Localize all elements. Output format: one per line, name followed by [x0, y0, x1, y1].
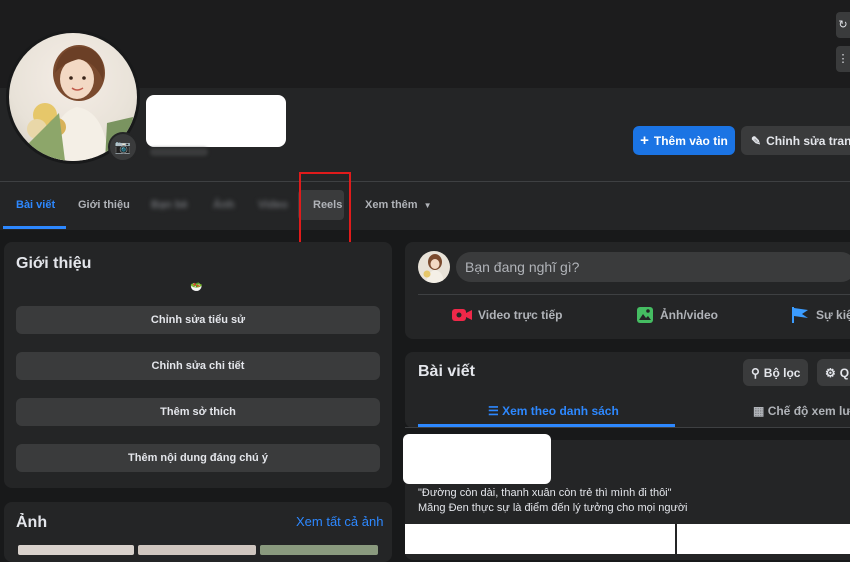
tab-about[interactable]: Giới thiệu: [78, 190, 130, 220]
manage-posts-label: Q: [839, 365, 850, 380]
more-icon[interactable]: ⋮: [836, 46, 850, 72]
plus-icon: +: [640, 132, 649, 149]
tab-posts[interactable]: Bài viết: [16, 190, 55, 220]
pencil-icon: ✎: [751, 133, 762, 148]
add-featured-button[interactable]: Thêm nội dung đáng chú ý: [16, 444, 380, 472]
composer-divider: [418, 294, 850, 295]
live-video-button[interactable]: Video trực tiếp: [452, 304, 563, 326]
edit-profile-label: Chỉnh sửa trang: [766, 133, 850, 148]
intro-emoji-icon: 🥗: [190, 282, 203, 293]
see-all-photos-link[interactable]: Xem tất cả ảnh: [296, 514, 383, 529]
profile-name-redacted: [146, 95, 286, 147]
photo-thumbnail[interactable]: [260, 545, 378, 555]
photo-video-label: Ảnh/video: [660, 308, 719, 322]
gear-icon: ⚙: [825, 365, 836, 380]
friend-count-blurred: [150, 148, 208, 156]
live-video-icon: [452, 309, 472, 321]
refresh-icon[interactable]: ↻: [836, 12, 850, 38]
tab-more-label: Xem thêm: [365, 199, 418, 211]
add-story-button[interactable]: + Thêm vào tin: [633, 126, 735, 155]
add-story-label: Thêm vào tin: [653, 133, 728, 148]
tab-more[interactable]: Xem thêm ▼: [365, 190, 432, 220]
list-view-tab[interactable]: ☰ Xem theo danh sách: [488, 400, 619, 422]
flag-icon: [792, 307, 808, 323]
reels-highlight-box: [299, 172, 351, 244]
post-text-line-1: "Đường còn dài, thanh xuân còn trẻ thì m…: [418, 487, 672, 499]
photos-title: Ảnh: [16, 514, 48, 531]
add-hobbies-button[interactable]: Thêm sở thích: [16, 398, 380, 426]
composer-avatar[interactable]: [418, 251, 450, 283]
edit-details-button[interactable]: Chỉnh sửa chi tiết: [16, 352, 380, 380]
tab-photos[interactable]: Ảnh: [213, 190, 234, 220]
photo-video-button[interactable]: Ảnh/video: [636, 304, 718, 326]
list-icon: ☰: [488, 404, 499, 418]
life-event-label: Sự kiện: [816, 308, 850, 322]
live-video-label: Video trực tiếp: [478, 308, 563, 322]
composer-input[interactable]: Bạn đang nghĩ gì?: [456, 252, 850, 282]
intro-title: Giới thiệu: [16, 255, 92, 272]
grid-view-tab[interactable]: ▦ Chế độ xem lưới: [753, 400, 850, 422]
photo-thumbnail[interactable]: [18, 545, 134, 555]
tab-videos[interactable]: Video: [258, 190, 288, 220]
sliders-icon: ⚲: [751, 365, 760, 380]
life-event-button[interactable]: Sự kiện: [790, 304, 850, 326]
composer-avatar-illustration: [423, 254, 444, 283]
filter-label: Bộ lọc: [763, 365, 801, 380]
manage-posts-button[interactable]: ⚙ Q: [817, 359, 850, 386]
grid-view-label: Chế độ xem lưới: [767, 404, 850, 418]
grid-icon: ▦: [753, 404, 765, 418]
photo-video-icon: [637, 307, 653, 323]
list-view-label: Xem theo danh sách: [502, 404, 619, 418]
view-tabs-divider: [405, 427, 850, 428]
tab-friends[interactable]: Bạn bè: [151, 190, 188, 220]
post-text-line-2: Măng Đen thực sự là điểm đến lý tưởng ch…: [418, 502, 688, 514]
posts-title: Bài viết: [418, 363, 475, 380]
post-author-redacted: [403, 434, 551, 484]
edit-bio-button[interactable]: Chỉnh sửa tiểu sử: [16, 306, 380, 334]
caret-down-icon: ▼: [423, 201, 432, 210]
header-divider: [0, 181, 850, 182]
filter-button[interactable]: ⚲ Bộ lọc: [743, 359, 809, 386]
photo-thumbnail[interactable]: [138, 545, 256, 555]
camera-icon[interactable]: 📷: [108, 132, 138, 162]
edit-profile-button[interactable]: ✎ Chỉnh sửa trang: [741, 126, 850, 155]
cover-controls: ↻ ⋮: [836, 12, 850, 80]
active-tab-underline: [3, 226, 66, 229]
